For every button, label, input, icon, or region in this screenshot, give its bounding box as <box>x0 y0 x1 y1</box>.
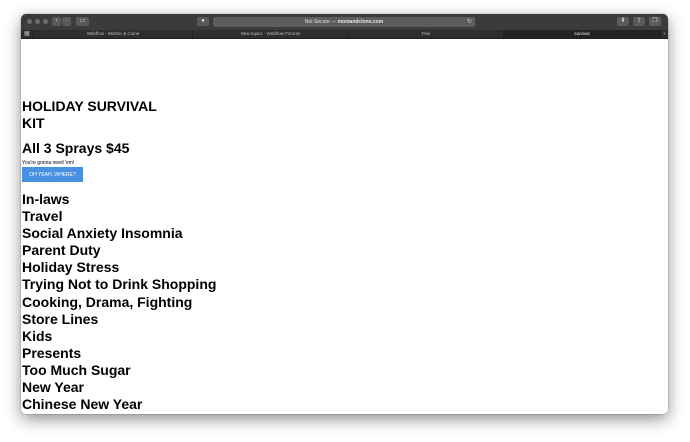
tagline: You're gonna need 'em! <box>22 160 75 166</box>
list-item: Cooking, Drama, Fighting <box>22 293 193 310</box>
list-item: Chinese New Year <box>22 396 143 413</box>
download-icon: ⬇ <box>620 18 626 24</box>
occasion-list: In-laws Travel Social Anxiety Insomnia P… <box>22 191 216 413</box>
sidebar-button[interactable]: ▭ <box>76 17 89 26</box>
new-tab-button[interactable]: + <box>660 30 668 38</box>
url-prefix: Not Secure — <box>304 19 338 25</box>
list-item: Parent Duty <box>22 242 101 259</box>
tab-webflow-forums[interactable]: New topics - Webflow Forums <box>192 30 348 38</box>
tab-survival[interactable]: survival <box>503 30 660 38</box>
shield-icon: ● <box>201 18 205 24</box>
list-item: Kids <box>22 327 53 344</box>
price-heading: All 3 Sprays $45 <box>22 140 130 156</box>
list-item: New Year <box>22 379 85 396</box>
list-item: Trying Not to Drink Shopping <box>22 276 217 293</box>
back-button[interactable]: ‹ <box>52 17 61 26</box>
sidebar-icon: ▭ <box>79 18 86 24</box>
tab-label: Webflow - Mother & Clone <box>86 31 140 36</box>
share-button[interactable]: ⇪ <box>633 17 645 26</box>
forward-button[interactable]: › <box>62 17 71 26</box>
cta-button[interactable]: OH YEAH, WHERE? <box>22 167 83 182</box>
share-icon: ⇪ <box>636 18 642 24</box>
close-window-button[interactable] <box>27 19 32 24</box>
browser-window: ‹ › ▭ ● Not Secure — momandclone.com ↻ ⬇… <box>21 14 668 414</box>
list-item: Too Much Sugar <box>22 361 131 378</box>
downloads-button[interactable]: ⬇ <box>617 17 629 26</box>
chevron-right-icon: › <box>65 18 68 24</box>
list-item: Presents <box>22 344 82 361</box>
list-item: In-laws <box>22 191 70 207</box>
page-content: HOLIDAY SURVIVAL KIT All 3 Sprays $45 Yo… <box>21 39 668 414</box>
reload-icon[interactable]: ↻ <box>467 17 472 27</box>
tab-bar: ▦ Webflow - Mother & Clone New topics - … <box>21 30 668 39</box>
tab-overview-icon[interactable]: ▦ <box>24 31 30 37</box>
plus-icon: + <box>663 31 666 36</box>
tab-label: New topics - Webflow Forums <box>240 31 301 36</box>
tab-label: survival <box>574 31 590 36</box>
browser-toolbar: ‹ › ▭ ● Not Secure — momandclone.com ↻ ⬇… <box>21 14 668 30</box>
list-item: Holiday Stress <box>22 259 120 276</box>
list-item: Social Anxiety Insomnia <box>22 225 183 242</box>
chevron-left-icon: ‹ <box>55 18 58 24</box>
privacy-report-button[interactable]: ● <box>197 17 209 26</box>
tab-flex[interactable]: Flex <box>348 30 503 38</box>
url-domain: momandclone.com <box>337 19 384 25</box>
show-tabs-button[interactable]: ❐ <box>649 17 661 26</box>
list-item: Travel <box>22 208 63 225</box>
tab-webflow-mother-clone[interactable]: Webflow - Mother & Clone <box>33 30 192 38</box>
list-item: Store Lines <box>22 310 99 327</box>
minimize-window-button[interactable] <box>35 19 40 24</box>
page-title: HOLIDAY SURVIVAL KIT <box>22 98 157 131</box>
tab-label: Flex <box>421 31 431 36</box>
address-bar[interactable]: Not Secure — momandclone.com ↻ <box>213 17 475 27</box>
tabs-icon: ❐ <box>652 18 658 24</box>
zoom-window-button[interactable] <box>43 19 48 24</box>
